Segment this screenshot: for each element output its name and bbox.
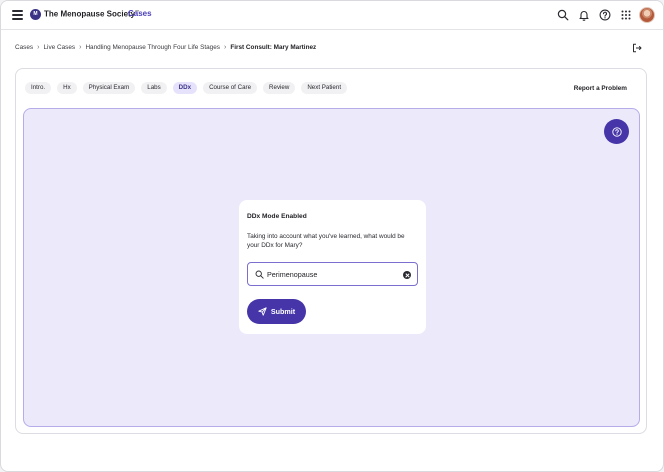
breadcrumb: Cases › Live Cases › Handling Menopause … bbox=[15, 44, 316, 51]
help-icon bbox=[611, 126, 622, 137]
brand-section[interactable]: Cases bbox=[128, 9, 152, 18]
breadcrumb-live-cases[interactable]: Live Cases bbox=[43, 44, 75, 51]
brand-name-text: The Menopause Society bbox=[44, 9, 136, 19]
apps-grid-icon[interactable] bbox=[620, 9, 632, 21]
help-button[interactable] bbox=[604, 119, 629, 144]
clear-icon[interactable] bbox=[403, 271, 411, 279]
tab-next-patient[interactable]: Next Patient bbox=[301, 82, 348, 94]
ddx-search-box[interactable] bbox=[247, 262, 418, 286]
tab-course-of-care[interactable]: Course of Care bbox=[203, 82, 258, 94]
search-icon[interactable] bbox=[557, 9, 569, 21]
breadcrumb-cases[interactable]: Cases bbox=[15, 44, 33, 51]
send-icon bbox=[258, 307, 267, 316]
breadcrumb-current: First Consult: Mary Martinez bbox=[230, 44, 317, 51]
breadcrumb-case[interactable]: Handling Menopause Through Four Life Sta… bbox=[85, 44, 220, 51]
tab-review[interactable]: Review bbox=[263, 82, 296, 94]
report-problem-link[interactable]: Report a Problem bbox=[574, 85, 627, 92]
case-tabs: Intro. Hx Physical Exam Labs DDx Course … bbox=[25, 82, 353, 94]
brand-name[interactable]: The Menopause Society™ bbox=[44, 9, 139, 19]
help-icon[interactable] bbox=[599, 9, 611, 21]
ddx-work-area: DDx Mode Enabled Taking into account wha… bbox=[23, 108, 640, 427]
ddx-dialog: DDx Mode Enabled Taking into account wha… bbox=[239, 200, 426, 334]
ddx-search-input[interactable] bbox=[267, 268, 397, 281]
chevron-right-icon: › bbox=[37, 44, 40, 51]
menu-icon[interactable] bbox=[12, 10, 23, 20]
tab-physical-exam[interactable]: Physical Exam bbox=[82, 82, 136, 94]
tab-ddx[interactable]: DDx bbox=[172, 82, 198, 94]
tab-labs[interactable]: Labs bbox=[141, 82, 167, 94]
submit-button[interactable]: Submit bbox=[247, 299, 306, 324]
exit-icon[interactable] bbox=[632, 43, 642, 53]
case-card: Intro. Hx Physical Exam Labs DDx Course … bbox=[15, 68, 647, 434]
avatar[interactable] bbox=[639, 7, 655, 23]
top-bar: M The Menopause Society™ Cases bbox=[1, 1, 663, 30]
search-icon bbox=[255, 270, 264, 279]
dialog-prompt: Taking into account what you've learned,… bbox=[247, 233, 405, 249]
app-window: M The Menopause Society™ Cases Cases › L… bbox=[0, 0, 664, 472]
tab-hx[interactable]: Hx bbox=[57, 82, 77, 94]
tab-intro[interactable]: Intro. bbox=[25, 82, 52, 94]
logo-icon: M bbox=[30, 9, 41, 20]
chevron-right-icon: › bbox=[223, 44, 227, 51]
dialog-title: DDx Mode Enabled bbox=[247, 213, 307, 220]
chevron-right-icon: › bbox=[79, 44, 82, 51]
submit-label: Submit bbox=[270, 307, 296, 316]
bell-icon[interactable] bbox=[578, 9, 590, 21]
